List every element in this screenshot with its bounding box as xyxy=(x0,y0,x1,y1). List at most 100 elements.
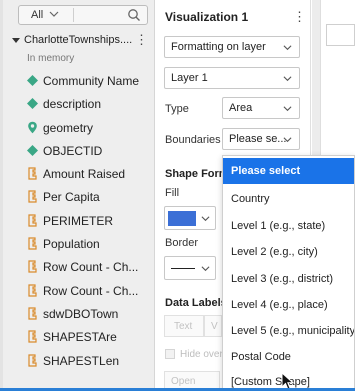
border-label: Border xyxy=(165,237,199,249)
chevron-down-icon xyxy=(201,216,210,222)
field-list: Community Name description geometry OBJECTI… xyxy=(0,70,154,373)
boundary-option[interactable]: Level 1 (e.g., state) xyxy=(223,213,354,239)
hide-overlap-checkbox[interactable] xyxy=(165,349,175,359)
hide-overlap-label: Hide over xyxy=(180,349,223,360)
formatting-target-select[interactable]: Formatting on layer xyxy=(164,36,300,58)
field-list-item[interactable]: Per Capita xyxy=(0,186,154,209)
layer-value: Layer 1 xyxy=(171,72,208,84)
field-list-item[interactable]: Community Name xyxy=(0,70,154,93)
collapse-caret-icon[interactable] xyxy=(12,38,20,43)
label-text-button[interactable]: Text xyxy=(164,315,204,337)
font-select[interactable]: Open Sans xyxy=(164,371,220,391)
field-label: description xyxy=(43,97,102,112)
field-filter-select[interactable]: All xyxy=(31,9,43,21)
boundary-option[interactable]: Please select xyxy=(223,158,354,184)
boundary-option-label: Level 1 (e.g., state) xyxy=(231,220,326,232)
field-label: Population xyxy=(43,237,100,252)
field-list-item[interactable]: Amount Raised xyxy=(0,163,154,186)
boundary-option-label: Please select xyxy=(231,165,301,177)
boundary-option[interactable]: Postal Code xyxy=(223,344,354,370)
field-label: SHAPESTLen xyxy=(43,353,120,368)
measure-ruler-icon xyxy=(28,190,37,204)
boundary-option-label: Country xyxy=(231,193,270,205)
field-list-item[interactable]: geometry xyxy=(0,117,154,140)
boundary-option-label: Level 2 (e.g., city) xyxy=(231,246,318,258)
chevron-down-icon xyxy=(283,45,292,51)
field-list-item[interactable]: Population xyxy=(0,233,154,256)
measure-ruler-icon xyxy=(28,307,37,320)
search-divider xyxy=(73,8,74,22)
field-label: SHAPESTAre xyxy=(43,330,117,345)
boundary-option-label: Level 4 (e.g., place) xyxy=(231,299,328,311)
fill-color-picker[interactable] xyxy=(164,206,216,230)
field-list-item[interactable]: SHAPESTAre xyxy=(0,326,154,349)
boundaries-select[interactable]: Please se... xyxy=(222,128,300,150)
panel-menu-icon[interactable]: ⋮ xyxy=(293,9,306,25)
dimension-diamond-icon xyxy=(27,98,38,110)
measure-ruler-icon xyxy=(28,330,37,343)
layer-select[interactable]: Layer 1 xyxy=(164,67,300,89)
data-source-status: In memory xyxy=(27,53,75,64)
field-list-item[interactable]: Row Count - Ch... xyxy=(0,280,154,303)
field-list-item[interactable]: OBJECTID xyxy=(0,140,154,163)
field-label: OBJECTID xyxy=(43,143,103,158)
measure-ruler-icon xyxy=(28,167,37,180)
boundary-option[interactable]: Level 3 (e.g., district) xyxy=(223,266,354,292)
geometry-pin-icon xyxy=(28,121,37,133)
boundary-option-label: [Custom Shape] xyxy=(231,376,310,388)
chevron-down-icon xyxy=(283,76,292,82)
fill-label: Fill xyxy=(165,187,180,199)
type-select[interactable]: Area xyxy=(222,97,300,119)
data-source-name: CharlotteTownships.... xyxy=(24,34,133,46)
field-label: Community Name xyxy=(43,74,140,88)
border-line-preview xyxy=(171,268,195,269)
data-labels-heading: Data Labels xyxy=(165,297,227,309)
formatting-target-value: Formatting on layer xyxy=(171,41,266,53)
boundary-option[interactable]: Level 5 (e.g., municipality) xyxy=(223,318,355,344)
boundary-option[interactable]: Level 4 (e.g., place) xyxy=(223,292,354,318)
measure-ruler-icon xyxy=(28,260,37,273)
field-label: Amount Raised xyxy=(43,167,126,182)
type-label: Type xyxy=(165,103,189,115)
field-list-item[interactable]: sdwDBOTown xyxy=(0,303,154,326)
measure-ruler-icon xyxy=(28,284,37,297)
measure-ruler-icon xyxy=(28,237,37,250)
boundary-option[interactable]: Level 2 (e.g., city) xyxy=(223,239,354,265)
boundaries-value: Please se... xyxy=(229,133,287,145)
data-source-row[interactable]: CharlotteTownships.... ⋮ xyxy=(10,33,152,49)
field-list-item[interactable]: PERIMETER xyxy=(0,210,154,233)
search-icon[interactable] xyxy=(127,8,141,22)
field-label: PERIMETER xyxy=(43,213,114,228)
field-list-item[interactable]: SHAPESTLen xyxy=(0,350,154,373)
boundary-option-label: Level 3 (e.g., district) xyxy=(231,273,334,285)
boundaries-dropdown-menu: Please select Country Level 1 (e.g., state… xyxy=(222,155,355,391)
chevron-down-icon xyxy=(283,106,292,112)
dimension-diamond-icon xyxy=(27,75,38,86)
fill-color-swatch xyxy=(168,211,196,226)
field-list-item[interactable]: Row Count - Ch... xyxy=(0,256,154,279)
label-text-button-label: Text xyxy=(174,321,193,332)
border-style-picker[interactable] xyxy=(164,256,216,280)
measure-ruler-icon xyxy=(28,214,37,227)
field-list-item[interactable]: description xyxy=(0,93,154,116)
field-label: Row Count - Ch... xyxy=(43,260,139,275)
canvas-widget[interactable] xyxy=(326,24,355,46)
boundary-option-label: Postal Code xyxy=(231,351,291,363)
chevron-down-icon xyxy=(283,137,292,143)
label-value-button-label: V xyxy=(211,321,218,332)
field-search-bar[interactable]: All xyxy=(18,5,148,25)
boundaries-label: Boundaries xyxy=(165,134,221,146)
field-label: geometry xyxy=(43,120,94,135)
chevron-down-icon[interactable] xyxy=(49,9,59,19)
dimension-diamond-icon xyxy=(27,144,38,156)
label-value-button[interactable]: V xyxy=(204,315,222,337)
boundary-option-label: Level 5 (e.g., municipality) xyxy=(231,325,355,337)
field-label: Per Capita xyxy=(43,190,100,205)
field-label: Row Count - Ch... xyxy=(43,283,139,298)
source-menu-icon[interactable]: ⋮ xyxy=(135,33,148,47)
field-label: sdwDBOTown xyxy=(43,306,119,321)
panel-title: Visualization 1 xyxy=(165,10,249,24)
data-pane: All CharlotteTownships.... ⋮ In memory C… xyxy=(0,0,155,391)
measure-ruler-icon xyxy=(28,353,37,367)
boundary-option[interactable]: Country xyxy=(223,186,354,212)
